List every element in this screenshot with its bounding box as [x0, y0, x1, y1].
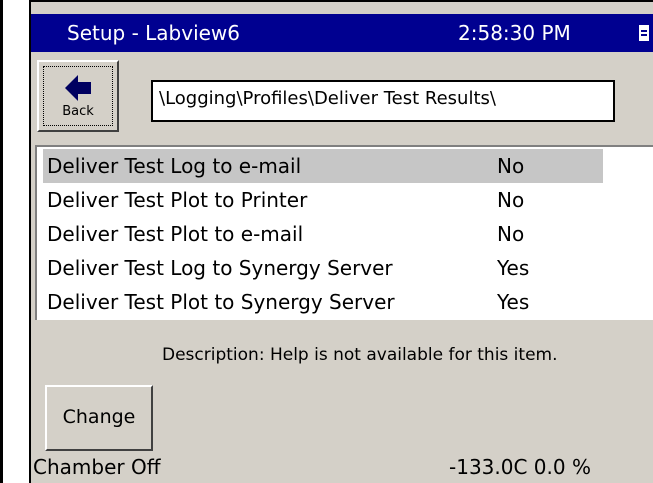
change-button[interactable]: Change	[45, 385, 153, 451]
window-title: Setup - Labview6	[67, 21, 241, 45]
list-item-label: Deliver Test Log to e-mail	[47, 154, 302, 178]
chamber-reading: -133.0C 0.0 %	[449, 455, 591, 479]
list-item[interactable]: Deliver Test Plot to e-mail No	[43, 217, 603, 251]
list-item[interactable]: Deliver Test Plot to Synergy Server Yes	[43, 285, 603, 319]
list-item-label: Deliver Test Plot to Printer	[47, 188, 308, 212]
settings-list[interactable]: Deliver Test Log to e-mail No Deliver Test…	[35, 145, 653, 320]
chamber-status: Chamber Off	[33, 455, 161, 479]
title-bar: Setup - Labview6 2:58:30 PM	[31, 14, 653, 52]
list-item-value: Yes	[497, 256, 530, 280]
clock: 2:58:30 PM	[458, 21, 571, 45]
back-focus-rect: Back	[43, 66, 113, 126]
list-item-value: No	[497, 154, 525, 178]
list-item-value: No	[497, 188, 525, 212]
path-field: \Logging\Profiles\Deliver Test Results\	[151, 80, 615, 122]
list-item[interactable]: Deliver Test Log to e-mail No	[43, 149, 603, 183]
back-button[interactable]: Back	[37, 60, 119, 132]
screen-frame: Setup - Labview6 2:58:30 PM Back \Loggin…	[0, 0, 653, 483]
list-item-label: Deliver Test Plot to e-mail	[47, 222, 304, 246]
list-item-label: Deliver Test Log to Synergy Server	[47, 256, 393, 280]
list-item[interactable]: Deliver Test Log to Synergy Server Yes	[43, 251, 603, 285]
list-item-value: No	[497, 222, 525, 246]
list-item-label: Deliver Test Plot to Synergy Server	[47, 290, 395, 314]
back-label: Back	[62, 104, 94, 119]
left-arrow-icon	[65, 75, 91, 101]
list-item-value: Yes	[497, 290, 530, 314]
description-text: Description: Help is not available for t…	[162, 345, 558, 365]
list-item[interactable]: Deliver Test Plot to Printer No	[43, 183, 603, 217]
setup-window: Setup - Labview6 2:58:30 PM Back \Loggin…	[29, 0, 653, 483]
document-icon[interactable]	[638, 24, 650, 42]
